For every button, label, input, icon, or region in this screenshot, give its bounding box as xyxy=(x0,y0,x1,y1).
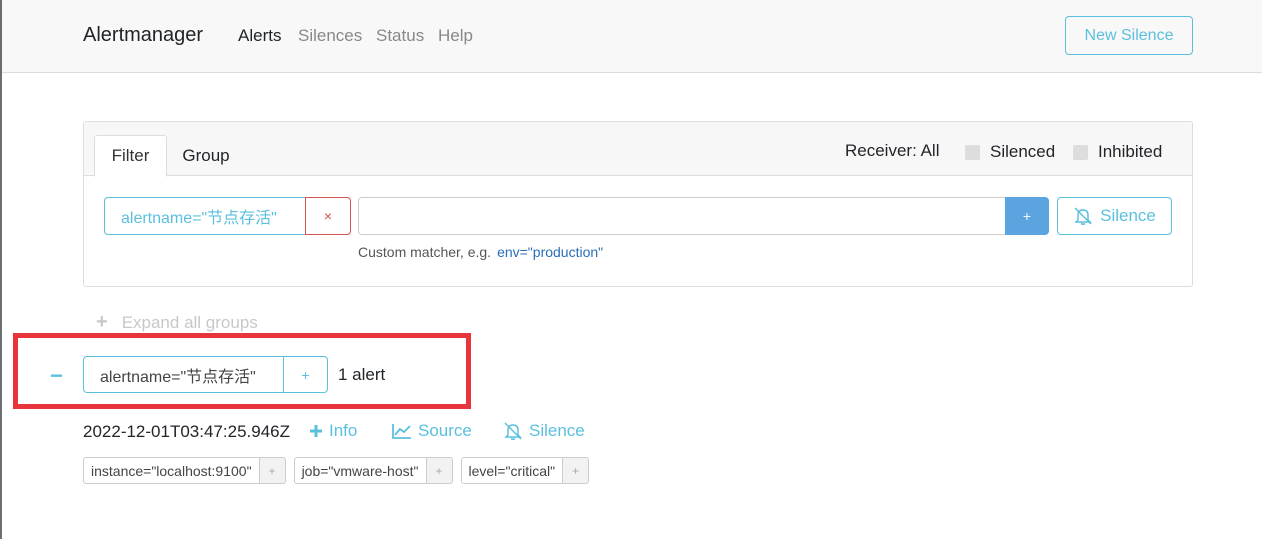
label-level: level="critical" + xyxy=(460,457,590,484)
checkbox-box[interactable] xyxy=(1073,144,1088,160)
tab-group[interactable]: Group xyxy=(174,135,238,177)
add-matcher-button[interactable]: + xyxy=(1005,197,1049,235)
navbar: Alertmanager Alerts Silences Status Help… xyxy=(2,0,1262,73)
remove-matcher-button[interactable]: × xyxy=(305,197,351,235)
tab-filter[interactable]: Filter xyxy=(94,135,167,177)
add-label-button[interactable]: + xyxy=(259,457,286,484)
chart-icon xyxy=(392,424,411,439)
source-button[interactable]: Source xyxy=(392,421,472,441)
silenced-checkbox[interactable]: Silenced xyxy=(965,142,1055,162)
checkbox-box[interactable] xyxy=(965,144,980,160)
window-edge xyxy=(0,0,2,539)
alert-labels: instance="localhost:9100" + job="vmware-… xyxy=(83,457,590,484)
nav-help[interactable]: Help xyxy=(438,26,473,46)
receiver-select[interactable]: Receiver: All xyxy=(845,141,939,161)
matcher-label[interactable]: alertname="节点存活" xyxy=(104,197,305,235)
plus-icon: + xyxy=(96,311,108,333)
label-job: job="vmware-host" + xyxy=(293,457,453,484)
nav-silences[interactable]: Silences xyxy=(298,26,362,46)
card-header: Filter Group Receiver: All Silenced Inhi… xyxy=(84,122,1192,177)
label-level-text[interactable]: level="critical" xyxy=(460,457,564,484)
alert-silence-label: Silence xyxy=(529,421,585,440)
highlight-box xyxy=(13,333,471,409)
add-label-button[interactable]: + xyxy=(426,457,453,484)
source-label: Source xyxy=(418,421,472,440)
expand-all-button[interactable]: + Expand all groups xyxy=(96,311,258,334)
alert-silence-button[interactable]: Silence xyxy=(503,421,585,441)
add-label-button[interactable]: + xyxy=(563,457,590,484)
bell-slash-icon xyxy=(504,422,522,440)
hint-text: Custom matcher, e.g. xyxy=(358,244,492,260)
filter-card: Filter Group Receiver: All Silenced Inhi… xyxy=(83,121,1193,287)
nav-status[interactable]: Status xyxy=(376,26,424,46)
alert-timestamp: 2022-12-01T03:47:25.946Z xyxy=(83,422,290,441)
hint-example: env="production" xyxy=(497,244,604,260)
expand-all-label: Expand all groups xyxy=(121,312,258,332)
info-button[interactable]: Info xyxy=(309,421,357,441)
matcher-hint: Custom matcher, e.g. env="production" xyxy=(358,244,603,260)
inhibited-checkbox[interactable]: Inhibited xyxy=(1073,142,1162,162)
custom-matcher-input[interactable] xyxy=(358,197,1005,235)
plus-icon xyxy=(310,425,322,437)
filter-matcher: alertname="节点存活" × xyxy=(104,197,351,235)
silenced-label: Silenced xyxy=(990,142,1056,161)
times-icon: × xyxy=(323,208,333,224)
label-instance: instance="localhost:9100" + xyxy=(83,457,286,484)
silence-filter-label: Silence xyxy=(1100,206,1156,225)
info-label: Info xyxy=(329,421,358,440)
silence-filter-button[interactable]: Silence xyxy=(1057,197,1172,235)
brand[interactable]: Alertmanager xyxy=(83,24,203,47)
inhibited-label: Inhibited xyxy=(1098,142,1163,161)
label-job-text[interactable]: job="vmware-host" xyxy=(293,457,427,484)
bell-slash-icon xyxy=(1074,207,1092,225)
label-instance-text[interactable]: instance="localhost:9100" xyxy=(83,457,260,484)
new-silence-button[interactable]: New Silence xyxy=(1065,16,1193,55)
plus-icon: + xyxy=(1022,208,1032,224)
nav-alerts[interactable]: Alerts xyxy=(238,26,281,46)
